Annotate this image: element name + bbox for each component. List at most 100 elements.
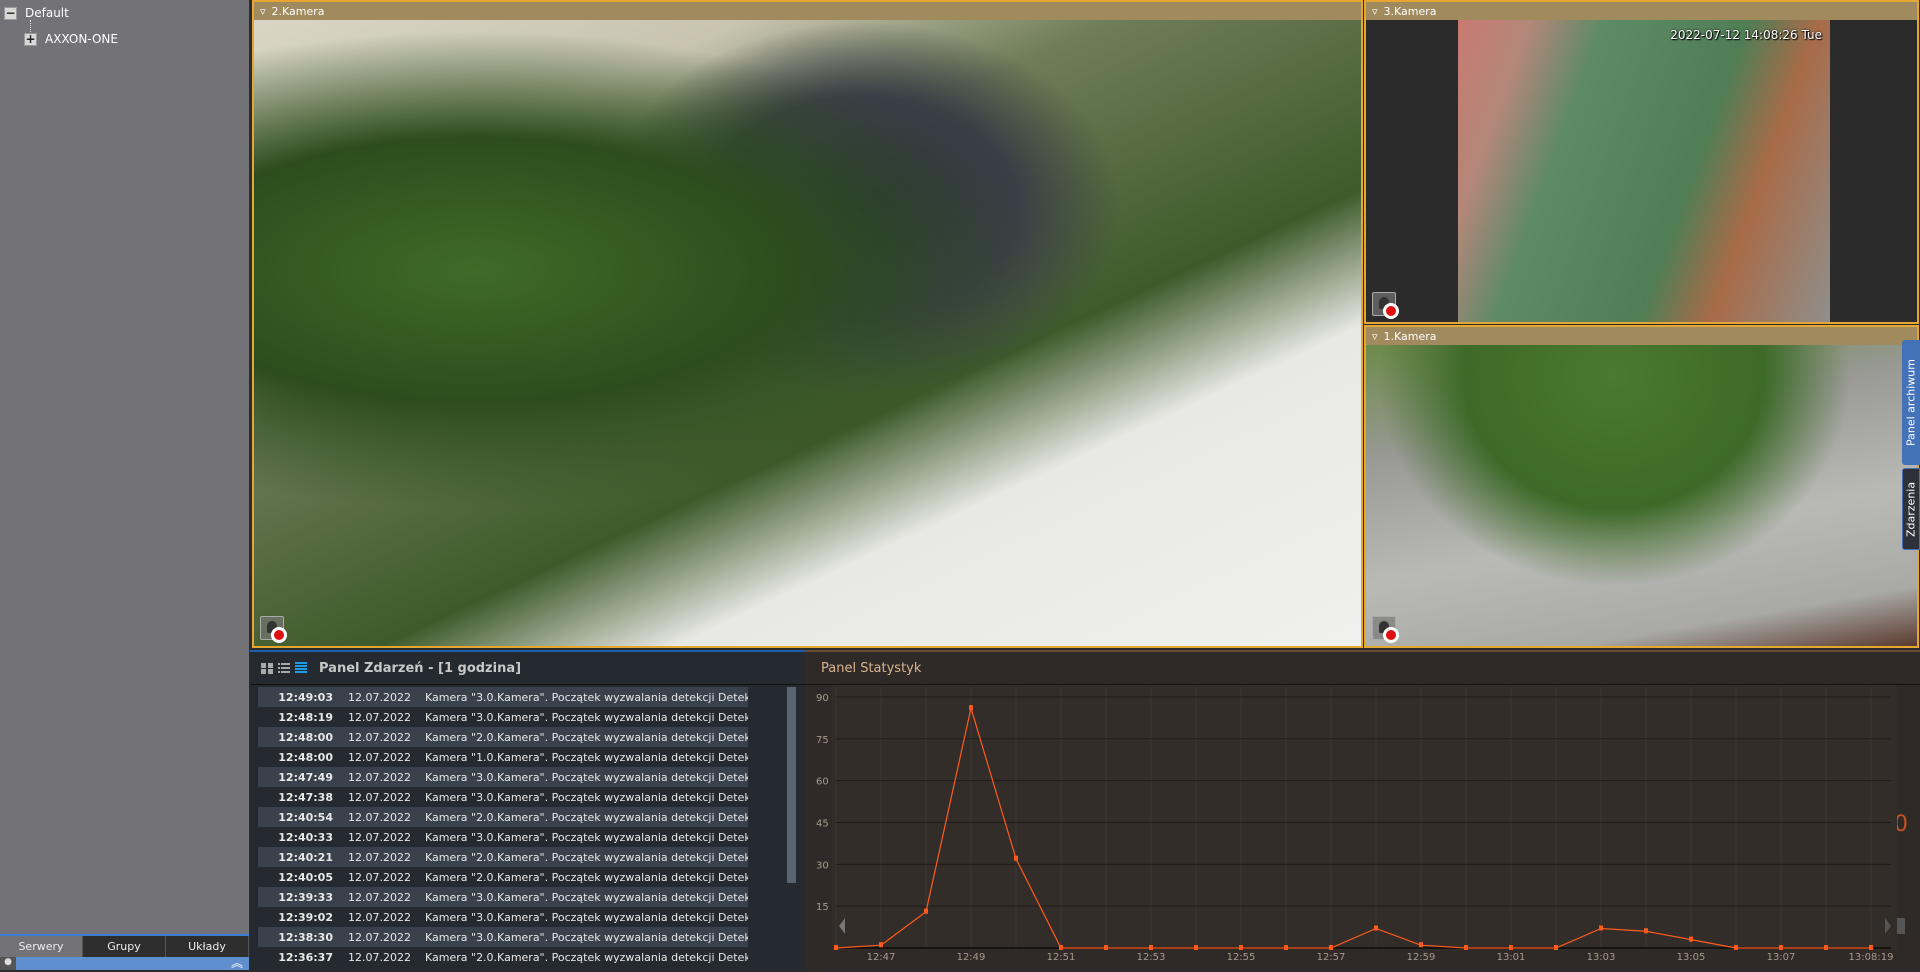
alarm-bell-icon[interactable]	[1372, 292, 1399, 319]
data-point	[1419, 942, 1423, 948]
data-point	[1014, 855, 1018, 861]
event-row[interactable]: 12:47:49 12.07.2022 Kamera "3.0.Kamera". P…	[258, 767, 748, 787]
event-date: 12.07.2022	[348, 910, 411, 924]
event-row[interactable]: 12:40:21 12.07.2022 Kamera "2.0.Kamera". P…	[258, 847, 748, 867]
camera-header[interactable]: ▿ 2.Kamera	[254, 2, 1361, 20]
double-chevron-up-icon[interactable]: ︽	[231, 954, 243, 971]
tree-label: AXXON-ONE	[45, 32, 118, 46]
x-tick-label: 12:59	[1407, 952, 1436, 963]
events-list: 12:49:03 12.07.2022 Kamera "3.0.Kamera". P…	[258, 687, 748, 967]
tree-label: Default	[25, 6, 69, 20]
event-date: 12.07.2022	[348, 950, 411, 964]
data-point	[1644, 928, 1648, 934]
event-row[interactable]: 12:48:00 12.07.2022 Kamera "2.0.Kamera". P…	[258, 727, 748, 747]
data-point	[1599, 925, 1603, 931]
tree-item-axxon-one[interactable]: + AXXON-ONE	[24, 32, 118, 46]
compact-list-icon[interactable]	[294, 661, 308, 675]
data-point	[969, 705, 973, 711]
data-point	[1824, 945, 1828, 950]
tree-item-default[interactable]: − Default	[4, 6, 69, 20]
alarm-bell-icon[interactable]	[1372, 616, 1399, 643]
event-time: 12:48:00	[278, 730, 333, 744]
event-row[interactable]: 12:38:30 12.07.2022 Kamera "3.0.Kamera". P…	[258, 927, 748, 947]
event-time: 12:40:33	[278, 830, 333, 844]
camera-title: 3.Kamera	[1383, 4, 1437, 18]
event-message: Kamera "3.0.Kamera". Początek wyzwalania…	[425, 830, 748, 844]
camera-title: 1.Kamera	[1383, 329, 1437, 343]
event-message: Kamera "3.0.Kamera". Początek wyzwalania…	[425, 910, 748, 924]
collapse-icon[interactable]: −	[4, 6, 17, 20]
camera-header[interactable]: ▿ 1.Kamera	[1366, 327, 1917, 345]
jump-to-end-icon[interactable]	[1897, 918, 1905, 934]
data-point	[834, 945, 838, 950]
event-time: 12:47:49	[278, 770, 333, 784]
event-row[interactable]: 12:48:00 12.07.2022 Kamera "1.0.Kamera". P…	[258, 747, 748, 767]
data-point	[1194, 945, 1198, 950]
camera-title: 2.Kamera	[271, 4, 325, 18]
event-time: 12:38:30	[278, 930, 333, 944]
event-time: 12:40:54	[278, 810, 333, 824]
camera-tile-2[interactable]: ▿ 2.Kamera	[252, 0, 1363, 648]
event-message: Kamera "2.0.Kamera". Początek wyzwalania…	[425, 950, 748, 964]
y-tick-label: 90	[816, 693, 829, 704]
alarm-bell-icon[interactable]	[260, 616, 287, 643]
plot-area	[832, 685, 1897, 950]
event-row[interactable]: 12:49:03 12.07.2022 Kamera "3.0.Kamera". P…	[258, 687, 748, 707]
event-row[interactable]: 12:36:37 12.07.2022 Kamera "2.0.Kamera". P…	[258, 947, 748, 967]
event-date: 12.07.2022	[348, 870, 411, 884]
event-row[interactable]: 12:40:54 12.07.2022 Kamera "2.0.Kamera". P…	[258, 807, 748, 827]
event-date: 12.07.2022	[348, 930, 411, 944]
data-point	[879, 942, 883, 948]
menu-triangle-icon[interactable]: ▿	[260, 5, 266, 18]
event-time: 12:47:38	[278, 790, 333, 804]
event-message: Kamera "3.0.Kamera". Początek wyzwalania…	[425, 790, 748, 804]
event-row[interactable]: 12:48:19 12.07.2022 Kamera "3.0.Kamera". P…	[258, 707, 748, 727]
event-date: 12.07.2022	[348, 890, 411, 904]
tab-serwery[interactable]: Serwery	[0, 936, 83, 957]
camera-header[interactable]: ▿ 3.Kamera	[1366, 2, 1917, 20]
data-point	[1554, 945, 1558, 950]
camera-video[interactable]: 2022-07-12 14:08:26 Tue	[1366, 20, 1917, 322]
data-point	[1059, 945, 1063, 950]
camera-video[interactable]	[1366, 345, 1917, 646]
x-tick-label: 13:07	[1767, 952, 1796, 963]
tab-zdarzenia[interactable]: Zdarzenia	[1902, 468, 1920, 550]
stats-panel: Panel Statystyk 0 15 30 45 60 75 90 12:47 12:49…	[805, 650, 1920, 970]
event-date: 12.07.2022	[348, 810, 411, 824]
tab-panel-archiwum[interactable]: Panel archiwum	[1902, 340, 1920, 465]
video-frame: 2022-07-12 14:08:26 Tue	[1458, 20, 1830, 322]
sidebar-tabs: Serwery Grupy Układy	[0, 934, 249, 957]
x-tick-label: 12:55	[1227, 952, 1256, 963]
event-row[interactable]: 12:40:05 12.07.2022 Kamera "2.0.Kamera". P…	[258, 867, 748, 887]
event-time: 12:49:03	[278, 690, 333, 704]
x-tick-label: 12:51	[1047, 952, 1076, 963]
list-view-icon[interactable]	[277, 661, 291, 675]
tab-grupy[interactable]: Grupy	[83, 936, 166, 957]
tree-connector	[30, 20, 31, 32]
event-row[interactable]: 12:39:33 12.07.2022 Kamera "3.0.Kamera". P…	[258, 887, 748, 907]
camera-tile-3[interactable]: ▿ 3.Kamera 2022-07-12 14:08:26 Tue	[1364, 0, 1919, 324]
expand-icon[interactable]: +	[24, 32, 37, 46]
event-message: Kamera "3.0.Kamera". Początek wyzwalania…	[425, 710, 748, 724]
x-tick-label: 13:08:19	[1849, 952, 1894, 963]
user-icon[interactable]: ●	[0, 957, 16, 970]
data-point	[924, 908, 928, 914]
menu-triangle-icon[interactable]: ▿	[1372, 330, 1378, 343]
event-date: 12.07.2022	[348, 770, 411, 784]
event-row[interactable]: 12:40:33 12.07.2022 Kamera "3.0.Kamera". P…	[258, 827, 748, 847]
grid-view-icon[interactable]	[260, 661, 274, 675]
event-row[interactable]: 12:39:02 12.07.2022 Kamera "3.0.Kamera". P…	[258, 907, 748, 927]
data-point	[1734, 945, 1738, 950]
x-tick-label: 12:57	[1317, 952, 1346, 963]
event-row[interactable]: 12:47:38 12.07.2022 Kamera "3.0.Kamera". P…	[258, 787, 748, 807]
menu-triangle-icon[interactable]: ▿	[1372, 5, 1378, 18]
video-timestamp: 2022-07-12 14:08:26 Tue	[1670, 28, 1822, 42]
events-scrollbar[interactable]	[787, 687, 796, 883]
x-tick-label: 12:53	[1137, 952, 1166, 963]
event-message: Kamera "2.0.Kamera". Początek wyzwalania…	[425, 870, 748, 884]
x-tick-label: 12:47	[867, 952, 896, 963]
camera-video[interactable]	[254, 20, 1361, 646]
camera-tile-1[interactable]: ▿ 1.Kamera	[1364, 325, 1919, 648]
data-point	[1869, 945, 1873, 950]
event-date: 12.07.2022	[348, 690, 411, 704]
